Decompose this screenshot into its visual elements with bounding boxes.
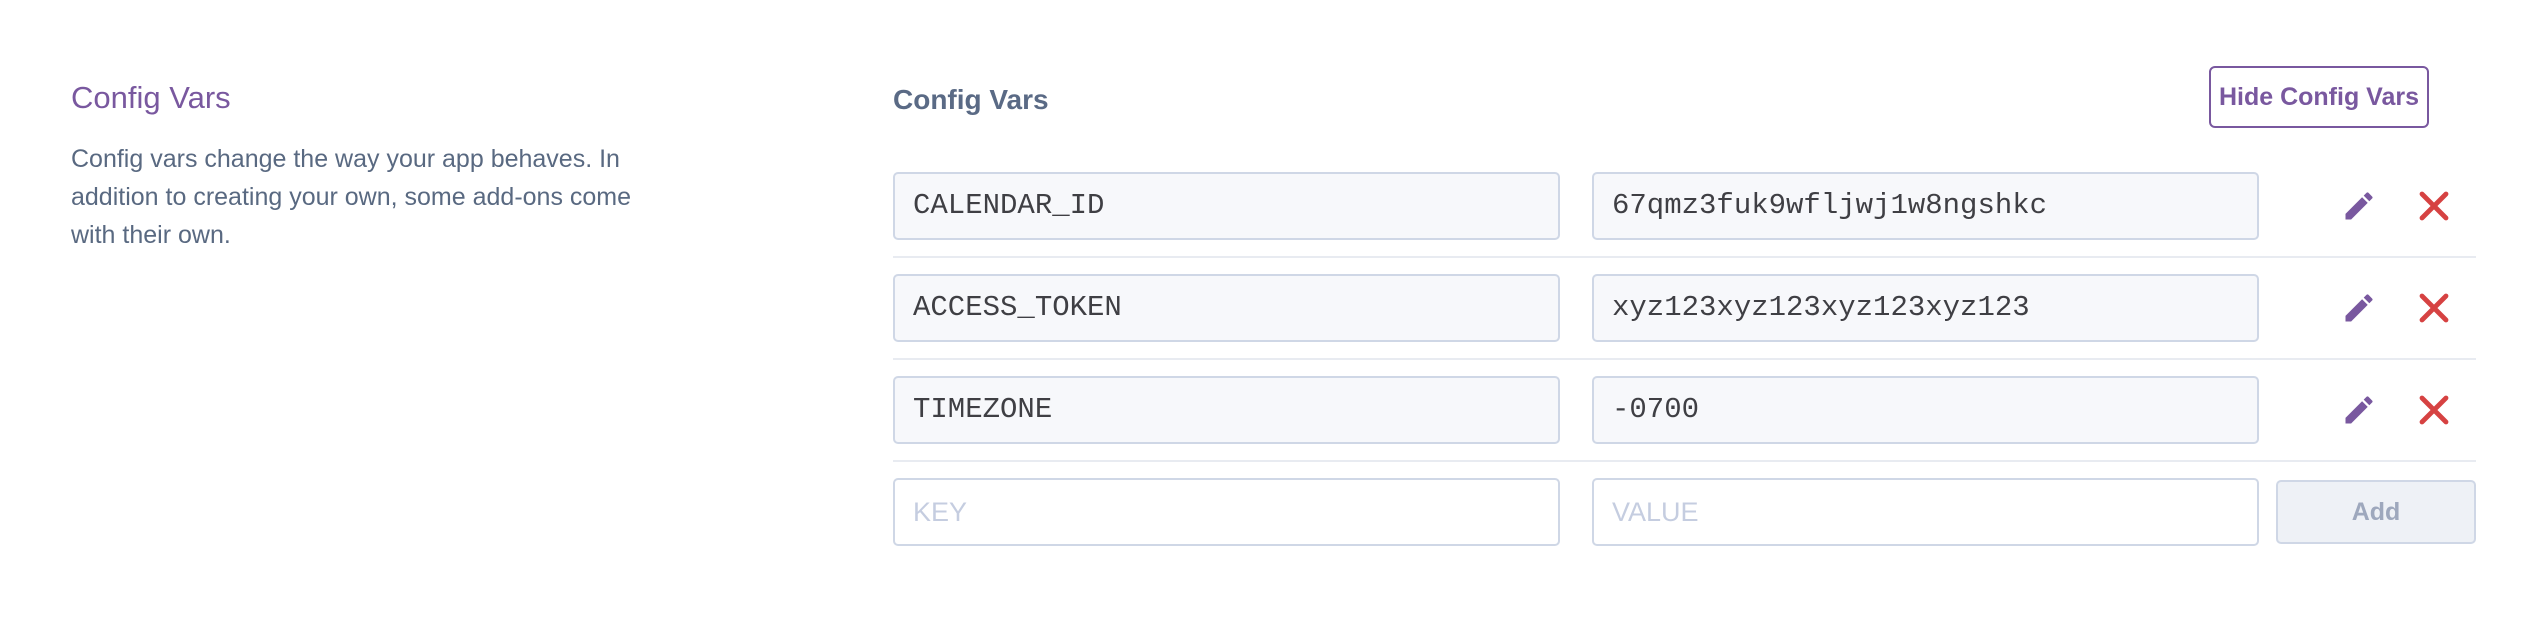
config-var-key[interactable]: ACCESS_TOKEN: [893, 274, 1560, 342]
new-config-var-row: KEY VALUE Add: [893, 478, 2476, 546]
new-value-input[interactable]: VALUE: [1592, 478, 2259, 546]
config-var-value[interactable]: 67qmz3fuk9wfljwj1w8ngshkc: [1592, 172, 2259, 240]
config-vars-page: Config Vars Config vars change the way y…: [0, 0, 2526, 632]
new-key-input[interactable]: KEY: [893, 478, 1560, 546]
config-var-row: ACCESS_TOKEN xyz123xyz123xyz123xyz123: [893, 274, 2476, 360]
config-var-value[interactable]: xyz123xyz123xyz123xyz123: [1592, 274, 2259, 342]
panel-title: Config Vars: [893, 84, 1049, 115]
add-button[interactable]: Add: [2276, 480, 2476, 544]
pencil-icon[interactable]: [2341, 188, 2377, 224]
section-title: Config Vars: [71, 80, 231, 115]
close-icon[interactable]: [2416, 392, 2452, 428]
config-var-row: CALENDAR_ID 67qmz3fuk9wfljwj1w8ngshkc: [893, 172, 2476, 258]
close-icon[interactable]: [2416, 188, 2452, 224]
config-var-key[interactable]: CALENDAR_ID: [893, 172, 1560, 240]
close-icon[interactable]: [2416, 290, 2452, 326]
hide-config-vars-button[interactable]: Hide Config Vars: [2209, 66, 2429, 128]
config-var-key[interactable]: TIMEZONE: [893, 376, 1560, 444]
pencil-icon[interactable]: [2341, 290, 2377, 326]
pencil-icon[interactable]: [2341, 392, 2377, 428]
config-var-row: TIMEZONE -0700: [893, 376, 2476, 462]
section-description: Config vars change the way your app beha…: [71, 145, 632, 249]
config-var-value[interactable]: -0700: [1592, 376, 2259, 444]
